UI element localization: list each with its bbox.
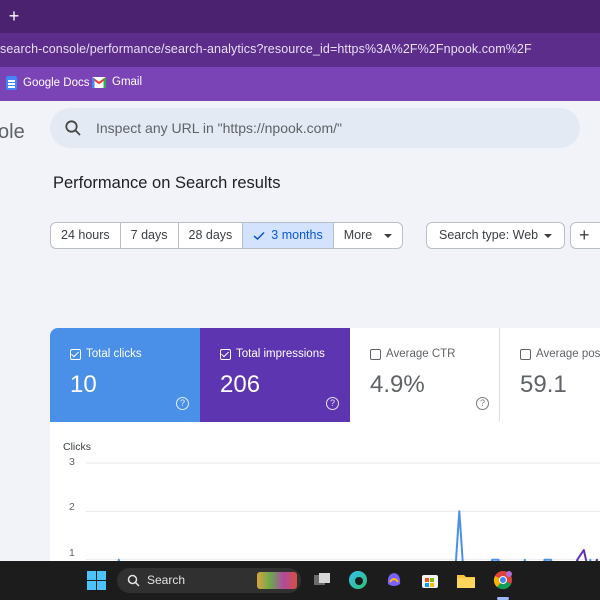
- metric-card-average-position[interactable]: Average posi 59.1: [500, 328, 600, 422]
- bookmark-google-docs[interactable]: Google Docs: [6, 76, 89, 90]
- page-title: Performance on Search results: [53, 174, 281, 192]
- chrome-icon[interactable]: [493, 570, 513, 590]
- date-chip-more[interactable]: More: [334, 223, 402, 248]
- checkbox-icon[interactable]: [220, 349, 231, 360]
- chip-label: More: [343, 228, 373, 242]
- product-logo[interactable]: ole: [0, 121, 25, 144]
- date-chip-24-hours[interactable]: 24 hours: [51, 223, 121, 248]
- search-type-filter[interactable]: Search type: Web: [426, 222, 566, 249]
- edge-icon[interactable]: [348, 570, 368, 590]
- search-highlight-icon: [257, 572, 297, 589]
- address-bar[interactable]: search-console/performance/search-analyt…: [0, 33, 600, 67]
- bookmark-label: Gmail: [112, 76, 143, 88]
- metric-value: 206: [220, 371, 261, 398]
- chip-label: 28 days: [188, 228, 233, 242]
- search-placeholder: Inspect any URL in "https://npook.com/": [96, 120, 342, 136]
- bookmark-gmail[interactable]: Gmail: [92, 76, 142, 88]
- help-icon[interactable]: ?: [326, 397, 339, 410]
- checkbox-icon[interactable]: [370, 349, 381, 360]
- url-inspection-search[interactable]: Inspect any URL in "https://npook.com/": [50, 108, 580, 148]
- gmail-icon: [92, 76, 106, 88]
- browser-tab-strip: +: [0, 0, 600, 33]
- checkbox-icon[interactable]: [520, 349, 531, 360]
- metric-card-total-impressions[interactable]: Total impressions 206 ?: [200, 328, 350, 422]
- metric-card-total-clicks[interactable]: Total clicks 10 ?: [50, 328, 200, 422]
- file-explorer-icon[interactable]: [456, 570, 476, 590]
- metric-value: 4.9%: [370, 371, 425, 398]
- date-chip-3-months[interactable]: 3 months: [243, 223, 334, 248]
- metric-value: 59.1: [520, 371, 567, 398]
- date-chip-28-days[interactable]: 28 days: [179, 223, 244, 248]
- search-console-page: ole Inspect any URL in "https://npook.co…: [0, 101, 600, 562]
- store-icon[interactable]: [420, 570, 440, 590]
- date-chip-7-days[interactable]: 7 days: [121, 223, 179, 248]
- metric-card-average-ctr[interactable]: Average CTR 4.9% ?: [350, 328, 500, 422]
- google-docs-icon: [6, 76, 17, 90]
- metric-value: 10: [70, 371, 97, 398]
- metric-label: Total impressions: [236, 348, 325, 360]
- chart-plot: [86, 462, 600, 562]
- chip-label: 24 hours: [61, 228, 110, 242]
- bookmarks-bar: Google Docs Gmail: [0, 67, 600, 101]
- windows-taskbar: Search: [0, 561, 600, 600]
- chip-label: 3 months: [271, 228, 323, 242]
- chevron-down-icon: [384, 233, 393, 238]
- windows-start-icon[interactable]: [87, 571, 106, 590]
- metric-label: Average posi: [536, 348, 600, 360]
- chevron-down-icon: [544, 233, 553, 238]
- metric-label: Total clicks: [86, 348, 142, 360]
- copilot-icon[interactable]: [384, 570, 404, 590]
- bookmark-label: Google Docs: [23, 77, 90, 89]
- help-icon[interactable]: ?: [176, 397, 189, 410]
- taskbar-search-label: Search: [147, 573, 186, 587]
- checkbox-icon[interactable]: [70, 349, 81, 360]
- taskbar-search[interactable]: Search: [117, 568, 301, 593]
- search-icon: [65, 120, 81, 136]
- clicks-series-line: [117, 510, 592, 562]
- metric-label: Average CTR: [386, 348, 456, 360]
- new-tab-button[interactable]: +: [4, 5, 24, 27]
- performance-chart: Clicks 3 2 1: [50, 422, 600, 562]
- search-icon: [127, 574, 140, 587]
- help-icon[interactable]: ?: [476, 397, 489, 410]
- add-filter-button[interactable]: +: [570, 222, 600, 249]
- url-text[interactable]: search-console/performance/search-analyt…: [0, 42, 532, 56]
- filter-label: Search type: Web: [439, 228, 539, 242]
- check-icon: [253, 231, 265, 240]
- task-view-icon[interactable]: [312, 570, 332, 590]
- date-range-selector: 24 hours 7 days 28 days 3 months More: [50, 222, 404, 249]
- chip-label: 7 days: [130, 228, 168, 242]
